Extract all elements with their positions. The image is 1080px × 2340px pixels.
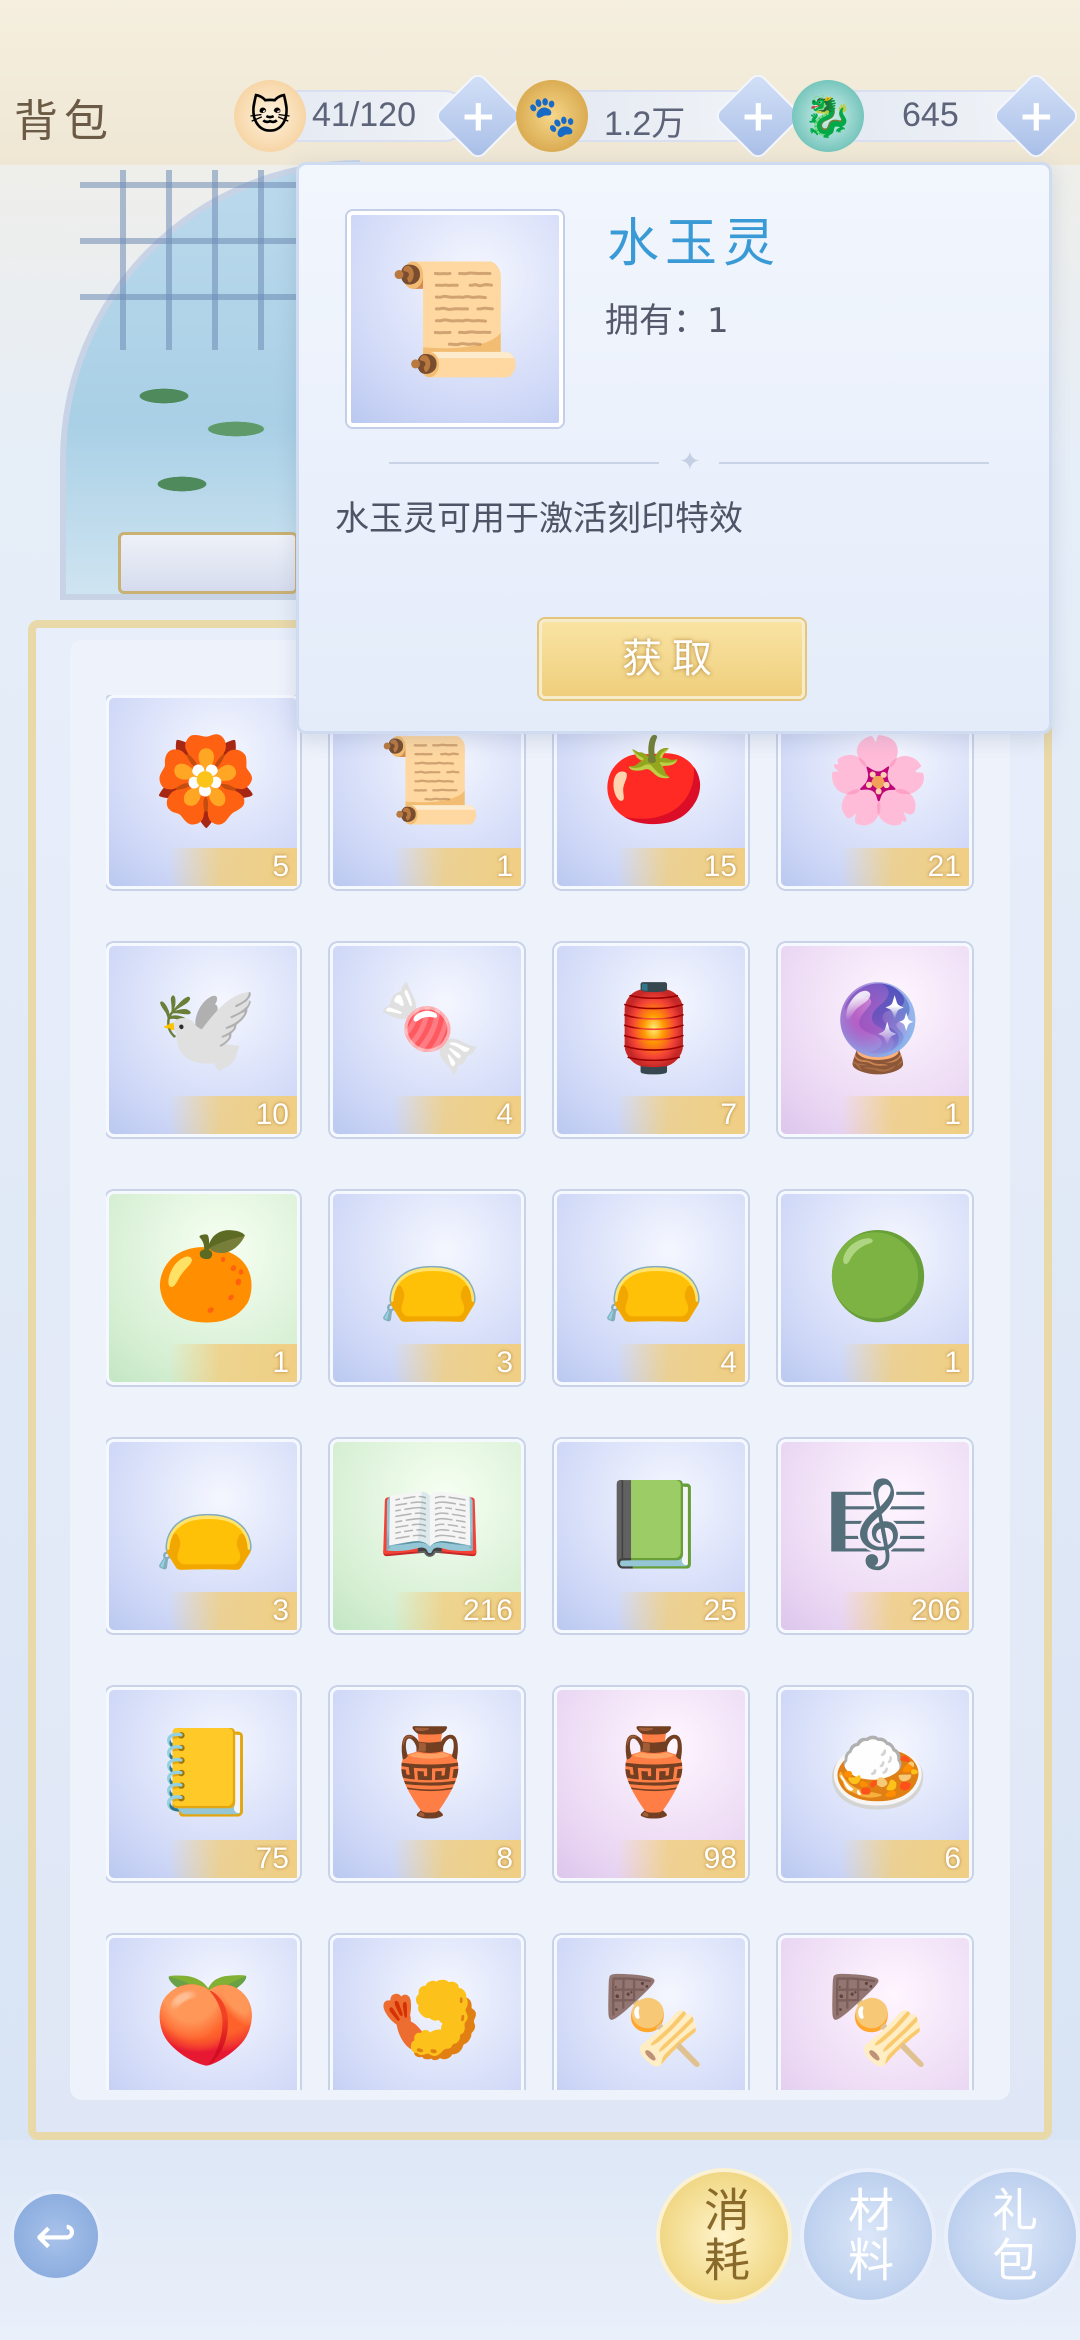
- golden-score-icon: 📒: [153, 1722, 259, 1821]
- window-lattice: [80, 170, 300, 350]
- item-count: 216: [393, 1592, 521, 1630]
- item-count: 1: [393, 848, 521, 886]
- page-title: 背包: [14, 96, 114, 147]
- inventory-slot[interactable]: 📖 216: [330, 1439, 524, 1633]
- jade-rose-icon: 🏵️: [153, 730, 259, 829]
- bamboo-decoration: [110, 330, 290, 550]
- item-count: 4: [617, 1344, 745, 1382]
- crystal-ball-icon: 🔮: [825, 978, 931, 1077]
- resource-capacity-value: 41/120: [312, 96, 416, 134]
- pouch-orange-icon: 👝: [377, 1226, 483, 1325]
- item-count: 6: [841, 1840, 969, 1878]
- music-book-heart-icon: 📗: [601, 1474, 707, 1573]
- pouch-red-icon: 👝: [153, 1474, 259, 1573]
- cat-face-icon: 🐱: [234, 80, 306, 152]
- shrimp-plate-icon: 🍤: [377, 1970, 483, 2069]
- inventory-slot[interactable]: 👝 4: [554, 1191, 748, 1385]
- item-count: 5: [169, 848, 297, 886]
- gift-box-decoration: [118, 532, 298, 594]
- item-count: 25: [617, 1592, 745, 1630]
- paw-coin-icon: 🐾: [516, 80, 588, 152]
- item-count: 206: [841, 1592, 969, 1630]
- item-count: 7: [617, 1096, 745, 1134]
- item-count: 4: [393, 1096, 521, 1134]
- resource-coin-value: 1.2万: [604, 105, 686, 143]
- music-book-icon: 📖: [377, 1474, 483, 1573]
- inventory-slot[interactable]: 🎼 206: [778, 1439, 972, 1633]
- orange-bundle-icon: 🍊: [153, 1226, 259, 1325]
- inventory-slot[interactable]: 🍬 4: [330, 943, 524, 1137]
- inventory-slot[interactable]: 📗 25: [554, 1439, 748, 1633]
- apricot-plate-icon: 🍑: [153, 1970, 259, 2069]
- inventory-slot[interactable]: 🍢: [778, 1935, 972, 2090]
- resource-jade-value: 645: [902, 96, 959, 134]
- inventory-slot[interactable]: 👝 3: [106, 1439, 300, 1633]
- back-arrow-icon: ↩: [35, 2207, 77, 2265]
- item-count: 1: [841, 1344, 969, 1382]
- dish-meatball-icon: 🍛: [825, 1722, 931, 1821]
- inventory-slot[interactable]: 🏵️ 5: [106, 695, 300, 889]
- water-jade-scroll-icon: 📜: [377, 730, 483, 829]
- inventory-slot[interactable]: 🏺 98: [554, 1687, 748, 1881]
- peach-blossom-icon: 🌸: [825, 730, 931, 829]
- green-pearl-icon: 🟢: [825, 1226, 931, 1325]
- skewer-plate-icon: 🍢: [601, 1970, 707, 2069]
- inventory-slot[interactable]: 📒 75: [106, 1687, 300, 1881]
- wine-jars-icon: 🏺: [601, 1722, 707, 1821]
- inventory-slot[interactable]: 🔮 1: [778, 943, 972, 1137]
- pouch-green-icon: 👝: [601, 1226, 707, 1325]
- tab-gift-packs[interactable]: 礼包: [944, 2168, 1080, 2304]
- item-count: 1: [169, 1344, 297, 1382]
- tab-consumables[interactable]: 消耗: [656, 2168, 792, 2304]
- wine-jar-icon: 🏺: [377, 1722, 483, 1821]
- inventory-slot[interactable]: 🍤: [330, 1935, 524, 2090]
- item-count: 10: [169, 1096, 297, 1134]
- inventory-grid[interactable]: 🏵️ 5 📜 1 🍅 15 🌸 21 🕊️ 10 🍬 4 🏮 7 🔮 1 🍊 1 👝 3 👝 4 🟢 1…: [106, 695, 976, 2090]
- inventory-slot[interactable]: 🏺 8: [330, 1687, 524, 1881]
- item-count: 3: [393, 1344, 521, 1382]
- item-count: 98: [617, 1840, 745, 1878]
- item-count: 21: [841, 848, 969, 886]
- persimmon-icon: 🍅: [601, 730, 707, 829]
- item-count: 8: [393, 1840, 521, 1878]
- inventory-slot[interactable]: 🍢: [554, 1935, 748, 2090]
- water-jade-scroll-icon: 📜: [347, 211, 563, 427]
- inventory-slot[interactable]: 🏮 7: [554, 943, 748, 1137]
- inventory-slot[interactable]: 🟢 1: [778, 1191, 972, 1385]
- divider: ✦: [389, 447, 989, 477]
- paper-crane-icon: 🕊️: [153, 978, 259, 1077]
- inventory-slot[interactable]: 🍛 6: [778, 1687, 972, 1881]
- inventory-slot[interactable]: 🕊️ 10: [106, 943, 300, 1137]
- back-button[interactable]: ↩: [10, 2190, 102, 2282]
- item-count: 1: [841, 1096, 969, 1134]
- inventory-slot[interactable]: 🍑: [106, 1935, 300, 2090]
- candy-box-icon: 🍬: [377, 978, 483, 1077]
- item-count: 15: [617, 848, 745, 886]
- item-description: 水玉灵可用于激活刻印特效: [335, 499, 743, 539]
- skewer-platter-icon: 🍢: [825, 1970, 931, 2069]
- acquire-button[interactable]: 获取: [539, 619, 805, 699]
- jade-serpent-icon: 🐉: [792, 80, 864, 152]
- divider-star-icon: ✦: [679, 447, 701, 477]
- music-score-set-icon: 🎼: [825, 1474, 931, 1573]
- owned-count: 拥有：1: [605, 301, 729, 341]
- item-name: 水玉灵: [607, 214, 782, 274]
- item-count: 3: [169, 1592, 297, 1630]
- inventory-slot[interactable]: 🍊 1: [106, 1191, 300, 1385]
- lotus-lantern-icon: 🏮: [601, 978, 707, 1077]
- item-detail-popup: 📜 水玉灵 拥有：1 ✦ 水玉灵可用于激活刻印特效 获取: [296, 162, 1052, 734]
- inventory-slot[interactable]: 👝 3: [330, 1191, 524, 1385]
- item-count: 75: [169, 1840, 297, 1878]
- tab-materials[interactable]: 材料: [800, 2168, 936, 2304]
